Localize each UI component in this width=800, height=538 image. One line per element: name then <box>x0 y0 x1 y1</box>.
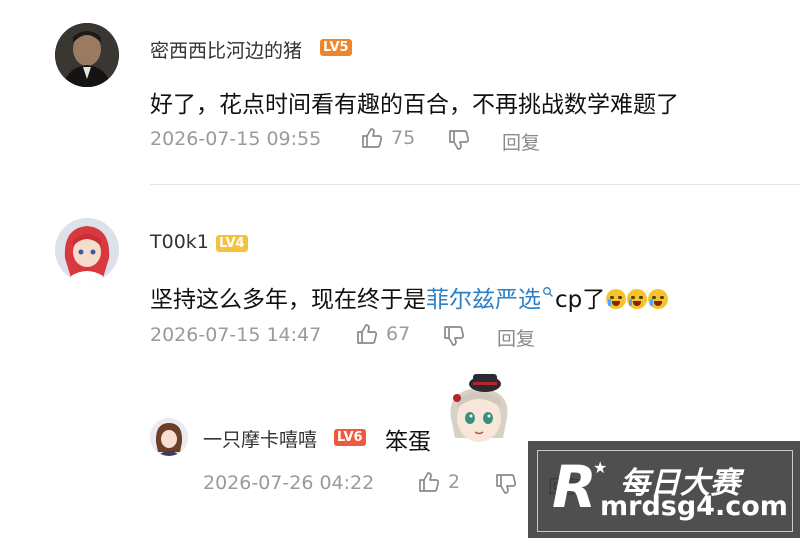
avatar[interactable] <box>55 23 119 87</box>
avatar[interactable] <box>150 418 188 456</box>
like-count: 67 <box>386 323 411 345</box>
username[interactable]: 密西西比河边的猪 <box>150 36 302 63</box>
crying-emoji-icon <box>627 289 648 309</box>
watermark-star-icon: ★ <box>593 458 608 477</box>
topic-link[interactable]: 菲尔兹严选 <box>426 287 541 313</box>
avatar-anime-girl-image <box>150 418 188 456</box>
comment-text-prefix: 坚持这么多年，现在终于是 <box>150 287 426 313</box>
thumb-up-icon[interactable] <box>417 470 441 494</box>
avatar-man-image <box>55 23 119 87</box>
timestamp: 2026-07-15 14:47 <box>150 324 322 346</box>
timestamp: 2026-07-15 09:55 <box>150 128 322 150</box>
crying-emoji-icon <box>606 289 627 309</box>
thumb-down-icon[interactable] <box>442 324 466 348</box>
avatar-anime-girl-image <box>55 218 119 282</box>
level-badge: LV6 <box>334 429 366 446</box>
sticker-anime-girl <box>437 368 521 452</box>
timestamp: 2026-07-26 04:22 <box>203 472 375 494</box>
search-link-icon[interactable] <box>542 278 554 304</box>
like-count: 2 <box>448 471 461 493</box>
thumb-up-icon[interactable] <box>355 322 379 346</box>
avatar[interactable] <box>55 218 119 282</box>
thumb-up-icon[interactable] <box>360 126 384 150</box>
level-badge: LV4 <box>216 235 248 252</box>
thumb-down-icon[interactable] <box>494 472 518 496</box>
thumb-down-icon[interactable] <box>447 128 471 152</box>
username[interactable]: T00k1 <box>150 231 209 253</box>
like-count: 75 <box>391 127 416 149</box>
reply-button[interactable]: 回复 <box>502 128 540 155</box>
watermark-logo: R <box>552 453 597 521</box>
level-badge: LV5 <box>320 39 352 56</box>
crying-emoji-icon <box>648 289 669 309</box>
reply-button[interactable]: 回复 <box>497 324 535 351</box>
watermark-url: mrdsg4.com <box>600 491 788 522</box>
reply-text: 笨蛋 <box>385 429 431 455</box>
divider <box>150 184 800 185</box>
comment-text: 坚持这么多年，现在终于是菲尔兹严选 cp了 <box>150 278 669 314</box>
comment-text: 好了，花点时间看有趣的百合，不再挑战数学难题了 <box>150 92 679 118</box>
comment-text-suffix: cp了 <box>555 287 606 313</box>
username[interactable]: 一只摩卡嘻嘻 <box>203 425 317 452</box>
